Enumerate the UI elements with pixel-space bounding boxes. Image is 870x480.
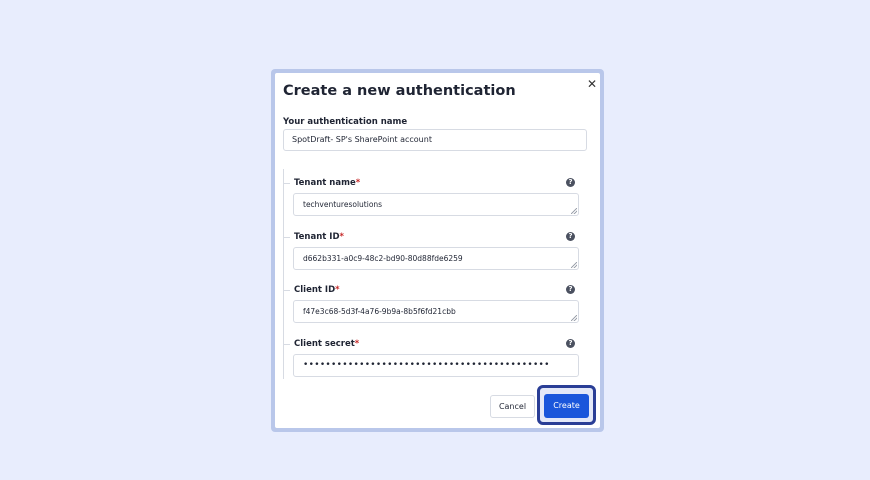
dialog-title: Create a new authentication <box>283 83 516 99</box>
resize-grip-icon[interactable] <box>571 262 577 268</box>
tenant-id-label: Tenant ID* <box>294 232 344 242</box>
create-authentication-dialog: ✕ Create a new authentication Your authe… <box>275 73 600 428</box>
client-secret-input[interactable]: ••••••••••••••••••••••••••••••••••••••••… <box>293 354 579 377</box>
tenant-name-label: Tenant name* <box>294 178 361 188</box>
resize-grip-icon[interactable] <box>571 208 577 214</box>
required-mark: * <box>354 339 360 349</box>
help-icon[interactable]: ? <box>566 339 575 348</box>
client-id-label: Client ID* <box>294 285 340 295</box>
cancel-button[interactable]: Cancel <box>490 395 535 418</box>
modal-frame: ✕ Create a new authentication Your authe… <box>271 69 604 432</box>
tenant-id-field: Tenant ID* ? d662b331-a0c9-48c2-bd90-80d… <box>284 231 590 285</box>
required-mark: * <box>335 285 340 295</box>
client-secret-field: Client secret* ? •••••••••••••••••••••••… <box>284 338 590 392</box>
client-id-input[interactable]: f47e3c68-5d3f-4a76-9b9a-8b5f6fd21cbb <box>293 300 579 323</box>
tenant-name-field: Tenant name* ? techventuresolutions <box>284 177 590 231</box>
help-icon[interactable]: ? <box>566 285 575 294</box>
required-mark: * <box>339 232 344 242</box>
help-icon[interactable]: ? <box>566 232 575 241</box>
field-connector <box>284 183 290 184</box>
client-secret-label: Client secret* <box>294 339 360 349</box>
authentication-name-input[interactable]: SpotDraft- SP's SharePoint account <box>283 129 587 151</box>
field-connector <box>284 290 290 291</box>
close-icon[interactable]: ✕ <box>585 77 599 91</box>
credentials-fields-panel: Tenant name* ? techventuresolutions Tena… <box>283 169 590 379</box>
create-button[interactable]: Create <box>544 394 589 418</box>
resize-grip-icon[interactable] <box>571 315 577 321</box>
field-connector <box>284 237 290 238</box>
field-connector <box>284 344 290 345</box>
help-icon[interactable]: ? <box>566 178 575 187</box>
client-id-field: Client ID* ? f47e3c68-5d3f-4a76-9b9a-8b5… <box>284 284 590 338</box>
required-mark: * <box>355 178 361 188</box>
authentication-name-label: Your authentication name <box>283 117 408 127</box>
tenant-name-input[interactable]: techventuresolutions <box>293 193 579 216</box>
tenant-id-input[interactable]: d662b331-a0c9-48c2-bd90-80d88fde6259 <box>293 247 579 270</box>
